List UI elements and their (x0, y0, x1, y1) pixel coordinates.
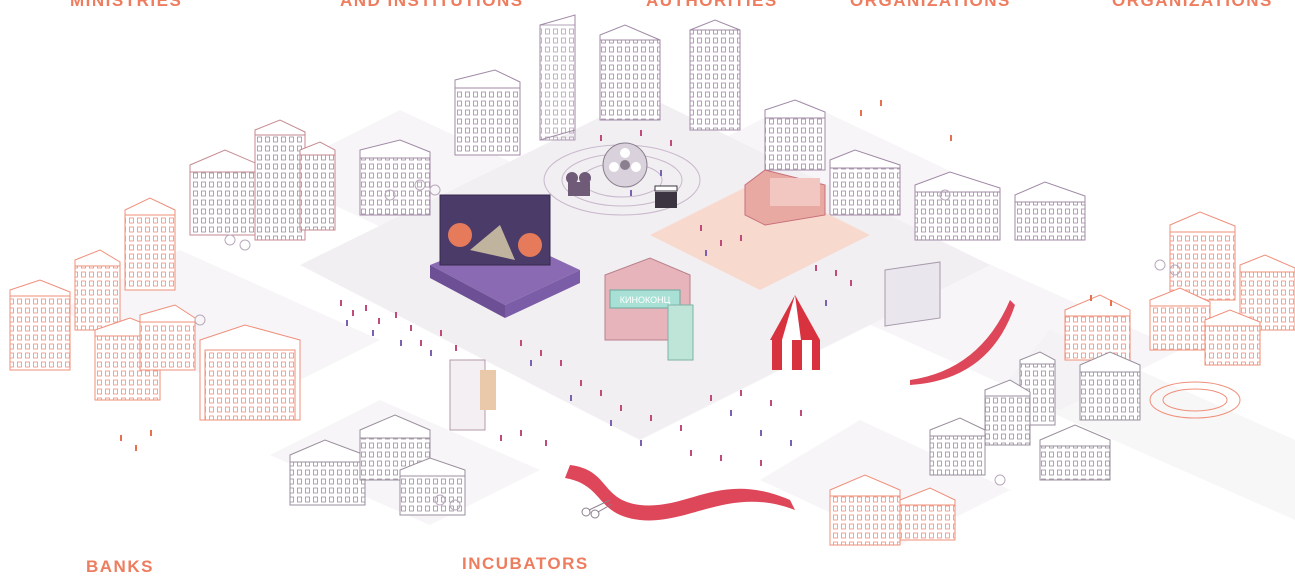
clapperboard-icon (654, 185, 678, 208)
label-education-institutions: AND INSTITUTIONS (340, 0, 524, 10)
label-incubators: INCUBATORS (462, 554, 589, 573)
startup-tower (449, 359, 496, 431)
label-banks: BANKS (86, 557, 154, 576)
red-carpet-ribbon (565, 465, 795, 521)
isometric-city-illustration: КИНОКОНЦ (9, 14, 1295, 546)
label-ministries: MINISTRIES (70, 0, 183, 10)
label-authorities: AUTHORITIES (646, 0, 778, 10)
label-organizations-right: ORGANIZATIONS (1112, 0, 1273, 10)
label-organizations: ORGANIZATIONS (850, 0, 1011, 10)
cinema-sign: КИНОКОНЦ (620, 295, 671, 305)
film-reel-icon (602, 142, 648, 188)
buildings-left (189, 119, 336, 241)
